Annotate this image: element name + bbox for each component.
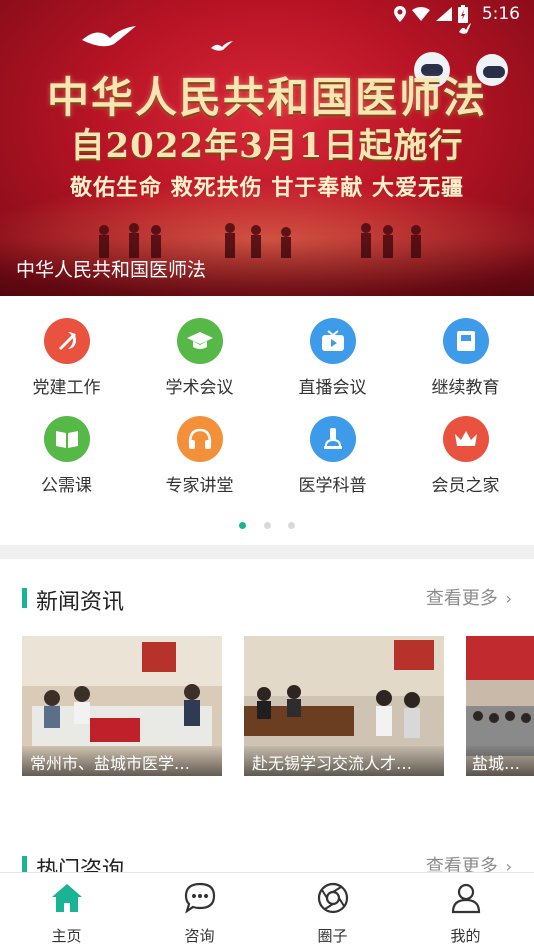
tv-play-icon	[309, 318, 356, 364]
news-section-title: 新闻资讯	[36, 590, 125, 615]
news-caption: 常州市、盐城市医学…	[22, 746, 222, 776]
grid-item-label: 直播会议	[298, 378, 367, 398]
grid-item-public-course[interactable]: 公需课	[0, 416, 133, 496]
chevron-right-icon: ›	[505, 589, 512, 608]
page-dot[interactable]	[287, 522, 295, 529]
user-icon	[451, 883, 480, 914]
grid-item-label: 党建工作	[32, 378, 101, 398]
status-time: 5:16	[481, 4, 520, 24]
circle-icon	[317, 882, 348, 914]
nav-item-consult[interactable]: 咨询	[133, 881, 266, 946]
grid-item-label: 继续教育	[431, 378, 500, 398]
news-caption: 赴无锡学习交流人才…	[244, 746, 444, 776]
banner-caption: 中华人民共和国医师法	[16, 259, 207, 281]
news-section-header: 新闻资讯 查看更多 ›	[22, 584, 512, 615]
news-more-link[interactable]: 查看更多 ›	[426, 584, 512, 610]
open-book-icon	[43, 416, 90, 462]
more-label: 查看更多	[425, 588, 498, 609]
section-separator	[0, 545, 534, 559]
page-dot[interactable]	[239, 522, 247, 529]
graduation-cap-icon	[176, 318, 223, 364]
book-icon	[442, 318, 489, 364]
headphones-icon	[176, 416, 223, 462]
nav-item-mine[interactable]: 我的	[399, 881, 532, 946]
grid-item-continuing-education[interactable]: 继续教育	[399, 318, 532, 398]
grid-item-label: 医学科普	[298, 476, 367, 496]
signal-icon	[436, 7, 452, 21]
banner-subtitle: 自2022年3月1日起施行	[70, 126, 464, 166]
grid-item-medical-popular-science[interactable]: 医学科普	[266, 416, 399, 496]
function-grid: 党建工作 学术会议 直播会议 继续教育 公需课 专家讲堂 医学科普 会员之家	[0, 306, 534, 536]
grid-item-live-conference[interactable]: 直播会议	[266, 318, 399, 398]
grid-item-party-work[interactable]: 党建工作	[0, 318, 133, 398]
bottom-navigation: 主页 咨询 圈子 我的	[0, 872, 534, 948]
section-accent-bar	[22, 588, 27, 608]
nav-label: 咨询	[184, 927, 215, 945]
nav-item-home[interactable]: 主页	[0, 881, 133, 946]
status-dove-icon	[459, 23, 471, 34]
microscope-icon	[309, 416, 356, 462]
location-icon	[394, 6, 406, 22]
grid-item-label: 学术会议	[165, 378, 234, 398]
banner-carousel[interactable]: 5:16 中华人民共和国医师法 自2022年3月1日起施行 敬佑生命 救死扶伤 …	[0, 0, 534, 296]
wifi-icon	[412, 7, 430, 21]
crown-icon	[442, 416, 489, 462]
nav-label: 我的	[450, 927, 481, 945]
chat-icon	[184, 882, 215, 914]
news-caption: 盐城市医	[466, 746, 534, 776]
party-icon	[43, 318, 90, 364]
news-card[interactable]: 赴无锡学习交流人才…	[244, 636, 444, 776]
status-bar: 5:16	[0, 0, 534, 28]
page-dot[interactable]	[263, 522, 271, 529]
nav-item-circle[interactable]: 圈子	[266, 881, 399, 946]
grid-item-member-home[interactable]: 会员之家	[399, 416, 532, 496]
grid-item-label: 会员之家	[431, 476, 500, 496]
news-card[interactable]: 盐城市医	[466, 636, 534, 776]
banner-title: 中华人民共和国医师法	[46, 73, 487, 122]
nav-label: 圈子	[317, 927, 348, 945]
grid-item-academic-conference[interactable]: 学术会议	[133, 318, 266, 398]
home-icon	[51, 884, 82, 912]
dove-small-icon	[211, 41, 233, 51]
banner-slogan: 敬佑生命 救死扶伤 甘于奉献 大爱无疆	[70, 176, 464, 201]
grid-item-label: 专家讲堂	[165, 476, 234, 496]
grid-item-expert-lecture[interactable]: 专家讲堂	[133, 416, 266, 496]
battery-icon	[458, 5, 468, 23]
nav-label: 主页	[51, 927, 82, 945]
page-indicator	[0, 514, 534, 533]
news-card[interactable]: 常州市、盐城市医学…	[22, 636, 222, 776]
grid-item-label: 公需课	[41, 476, 92, 496]
